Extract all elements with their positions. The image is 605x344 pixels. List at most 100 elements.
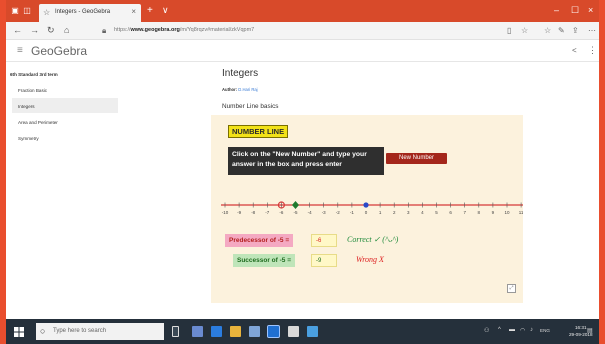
sidebar-item-fraction-basic[interactable]: Fraction Basic	[18, 88, 47, 93]
correct-feedback: Correct ✓ (^ᴗ^)	[347, 235, 399, 244]
close-tab-icon[interactable]: ×	[131, 7, 136, 16]
number-line-tick-label: 6	[449, 210, 452, 215]
file-explorer-icon[interactable]	[230, 326, 241, 337]
microphone-icon[interactable]	[172, 326, 179, 337]
search-icon: ○	[40, 326, 46, 336]
favorites-hub-icon[interactable]: ☆	[544, 26, 551, 35]
store-icon[interactable]	[249, 326, 260, 337]
hamburger-menu-icon[interactable]: ≡	[17, 45, 23, 56]
url-prefix: https://	[114, 27, 131, 33]
people-icon[interactable]: ⚇	[484, 327, 489, 334]
maximize-icon[interactable]: ☐	[571, 5, 579, 16]
number-line-tick-label: -9	[237, 210, 241, 215]
taskbar-search[interactable]: ○ Type here to search	[36, 323, 164, 340]
wifi-icon[interactable]: ◠	[520, 327, 525, 334]
number-line-tick-label: 8	[478, 210, 481, 215]
author-line: Author: D.Hari Raj	[222, 87, 258, 92]
settings-more-icon[interactable]: ⋯	[588, 26, 596, 35]
section-title: Number Line basics	[222, 103, 279, 110]
number-line-tick-label: 9	[492, 210, 495, 215]
new-number-button[interactable]: New Number	[386, 153, 447, 164]
successor-label: Successor of -5 =	[233, 254, 296, 267]
author-label: Author:	[222, 87, 238, 92]
photos-icon[interactable]	[307, 326, 318, 337]
origin-point[interactable]	[363, 202, 369, 208]
number-line-tick-label: -1	[350, 210, 354, 215]
number-line-tick-label: 10	[504, 210, 510, 215]
sidebar-item-area-perimeter[interactable]: Area and Perimeter	[18, 120, 58, 125]
sidebar-item-symmetry[interactable]: Symmetry	[18, 136, 39, 141]
language-indicator[interactable]: ENG	[540, 328, 550, 333]
number-line-tick-label: -10	[222, 210, 229, 215]
number-line-tick-label: -4	[308, 210, 312, 215]
lock-icon: 🔒︎	[102, 26, 107, 35]
instruction-text: Click on the "New Number" and type your …	[228, 147, 384, 175]
number-line-tick-label: -8	[251, 210, 255, 215]
given-number-point[interactable]	[292, 201, 299, 209]
new-tab-icon[interactable]: +	[147, 5, 153, 16]
refresh-icon[interactable]: ↻	[47, 25, 55, 36]
geogebra-header: ≡ GeoGebra < ⋮	[6, 40, 599, 62]
tab-title: Integers - GeoGebra	[55, 9, 111, 15]
geogebra-applet[interactable]: NUMBER LINE Click on the "New Number" an…	[211, 115, 523, 303]
battery-icon[interactable]: ▬	[509, 327, 515, 333]
number-line-tick-label: -7	[265, 210, 269, 215]
share-browser-icon[interactable]: ⇪	[572, 26, 579, 35]
calculator-icon[interactable]	[288, 326, 299, 337]
tab-dropdown-icon[interactable]: ∨	[162, 5, 169, 16]
windows-start-icon[interactable]	[14, 327, 24, 337]
favorite-icon[interactable]: ☆	[521, 26, 528, 35]
home-icon[interactable]: ⌂	[64, 25, 69, 35]
number-line-tick-label: -2	[336, 210, 340, 215]
chapter-sidebar: 6th Standard 3rd term Fraction Basic Int…	[6, 63, 118, 319]
number-line-tick-label: 2	[393, 210, 396, 215]
number-line-tick-label: 11	[519, 210, 523, 215]
address-bar: ← → ↻ ⌂ 🔒︎ https://www.geogebra.org/m/Yq…	[6, 22, 599, 40]
browser-window: ▣ ◫ ☆ Integers - GeoGebra × + ∨ – ☐ × ← …	[6, 0, 599, 319]
notes-icon[interactable]: ✎	[558, 26, 565, 35]
tab-actions-icon[interactable]: ▣	[11, 7, 19, 15]
search-placeholder: Type here to search	[53, 328, 107, 334]
edge-icon[interactable]	[211, 326, 222, 337]
volume-icon[interactable]: ♪	[530, 327, 533, 333]
reading-view-icon[interactable]: ▯	[507, 26, 511, 35]
minimize-icon[interactable]: –	[554, 5, 559, 15]
favorite-star-icon: ☆	[43, 8, 51, 17]
url-domain: www.geogebra.org	[130, 27, 180, 33]
fullscreen-icon[interactable]: ⤢	[507, 284, 516, 293]
author-link[interactable]: D.Hari Raj	[238, 87, 257, 92]
number-line-tick-label: 3	[407, 210, 410, 215]
tab-bar: ▣ ◫ ☆ Integers - GeoGebra × + ∨ – ☐ ×	[6, 0, 599, 22]
predecessor-label: Predecessor of -5 =	[225, 234, 294, 247]
number-line-tick-label: 1	[379, 210, 382, 215]
action-center-icon[interactable]: ▤	[587, 327, 593, 334]
forward-icon[interactable]: →	[30, 25, 39, 35]
page-title: Integers	[222, 68, 259, 79]
close-window-icon[interactable]: ×	[588, 5, 593, 15]
successor-input[interactable]: -9	[311, 254, 337, 267]
number-line-tick-label: 7	[463, 210, 466, 215]
sidebar-item-integers[interactable]: Integers	[18, 104, 35, 109]
predecessor-input[interactable]: -6	[311, 234, 337, 247]
number-line-tick-label: 4	[421, 210, 424, 215]
back-icon[interactable]: ←	[13, 25, 22, 35]
more-vertical-icon[interactable]: ⋮	[588, 45, 597, 56]
windows-taskbar: ○ Type here to search ⚇ ^ ▬ ◠ ♪ ENG 16:3…	[6, 319, 599, 344]
active-app-icon[interactable]	[267, 325, 280, 338]
wrong-feedback: Wrong X	[356, 255, 384, 264]
share-icon[interactable]: <	[572, 46, 577, 55]
tab-preview-icon[interactable]: ◫	[23, 7, 31, 15]
number-line-tick-label: 0	[365, 210, 368, 215]
geogebra-logo[interactable]: GeoGebra	[31, 44, 87, 58]
tray-overflow-icon[interactable]: ^	[498, 327, 501, 333]
number-line-tick-label: -5	[293, 210, 297, 215]
url-field[interactable]: https://www.geogebra.org/m/Yq8rqzv#mater…	[114, 27, 254, 33]
number-line-tick-label: 5	[435, 210, 438, 215]
number-line: -10 -9 -8 -7 -6 -5 -4 -3 -2 -1 0 1 2 3 4 5 6 7 8 9 10 11	[221, 201, 523, 215]
task-view-icon[interactable]	[192, 326, 203, 337]
sidebar-book-title[interactable]: 6th Standard 3rd term	[10, 72, 58, 77]
number-line-tick-label: -3	[322, 210, 326, 215]
tab-integers[interactable]: ☆ Integers - GeoGebra ×	[39, 4, 141, 22]
number-line-tick-label: -6	[279, 210, 283, 215]
url-path: /m/Yq8rqzv#material/zkVqpm7	[179, 27, 255, 33]
